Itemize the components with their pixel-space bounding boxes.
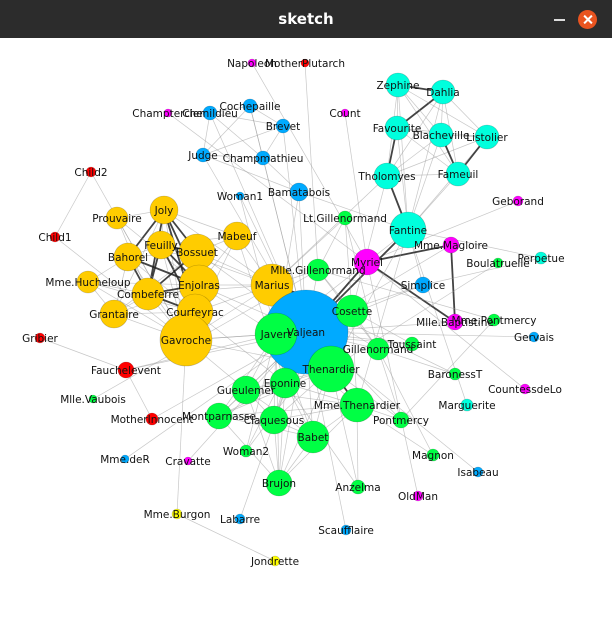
graph-edge — [366, 261, 456, 323]
node-label: Mme.Thenardier — [314, 400, 401, 412]
node-label: Marius — [255, 280, 290, 292]
node-label: CountessdeLo — [488, 384, 562, 396]
node-label: Bossuet — [176, 247, 218, 259]
node-label: Pontmercy — [373, 415, 429, 427]
node-label: Brevet — [266, 121, 301, 133]
node-label: Cosette — [332, 306, 372, 318]
node-label: Child1 — [38, 232, 71, 244]
graph-edge — [125, 369, 153, 420]
node-label: Feuilly — [144, 240, 178, 252]
node-label: Dahlia — [426, 87, 459, 99]
node-label: Gribier — [22, 333, 58, 345]
node-label: OldMan — [398, 491, 438, 503]
node-label: Brujon — [262, 478, 296, 490]
node-label: Simplice — [401, 280, 446, 292]
node-label: Bamatabois — [268, 187, 330, 199]
node-label: Enjolras — [178, 280, 220, 292]
node-label: Grantaire — [89, 309, 139, 321]
node-label: Tholomyes — [357, 171, 415, 183]
node-label: Joly — [154, 205, 174, 217]
close-icon[interactable] — [578, 10, 597, 29]
window-title: sketch — [278, 10, 334, 28]
node-label: Gueulemer — [217, 385, 276, 397]
node-label: Mlle.Gillenormand — [270, 265, 365, 277]
node-label: Woman2 — [223, 446, 269, 458]
graph-canvas[interactable]: Napoleon MotherPlutarch Champtercier Count C… — [0, 38, 612, 632]
node-label: Lt.Gillenormand — [303, 213, 387, 225]
node-label: Fameuil — [438, 169, 479, 181]
node-label: Count — [329, 108, 360, 120]
node-label: Gervais — [514, 332, 554, 344]
node-label: Bahorel — [108, 252, 148, 264]
node-label: Woman1 — [217, 191, 263, 203]
node-label: BaronessT — [428, 369, 483, 381]
node-label: Javert — [260, 329, 292, 341]
node-label: Geborand — [492, 196, 544, 208]
node-label: Mabeuf — [218, 231, 257, 243]
graph-edge — [54, 171, 92, 238]
node-label: Mme.Hucheloup — [45, 277, 131, 289]
node-label: Cravatte — [165, 456, 210, 468]
node-label: Valjean — [287, 327, 325, 339]
node-label: Mme.Burgon — [144, 509, 211, 521]
node-label: Child2 — [74, 167, 107, 179]
node-label: Mme.Pontmercy — [452, 315, 537, 327]
node-label: MotherInnocent — [111, 414, 194, 426]
node-label: Magnon — [412, 450, 454, 462]
node-label: Listolier — [466, 132, 508, 144]
node-label: Courfeyrac — [166, 307, 224, 319]
node-label: Anzelma — [335, 482, 380, 494]
node-label: Champmathieu — [223, 153, 304, 165]
node-label: Scaufflaire — [318, 525, 374, 537]
node-label: Marguerite — [438, 400, 495, 412]
node-label: Mlle.Vaubois — [60, 394, 126, 406]
node-label: Chenildieu — [182, 108, 238, 120]
node-label: MotherPlutarch — [265, 58, 345, 70]
window-titlebar[interactable]: sketch — [0, 0, 612, 38]
node-label: Gillenormand — [343, 344, 414, 356]
graph-edge — [344, 112, 368, 263]
node-label: Jondrette — [250, 556, 299, 568]
node-label: Judge — [187, 150, 218, 162]
node-label: Prouvaire — [92, 213, 141, 225]
node-label: Blacheville — [413, 130, 470, 142]
node-label: Combeferre — [117, 289, 179, 301]
node-label: Claquesous — [244, 415, 304, 427]
node-label: Zephine — [376, 80, 419, 92]
node-label: Perpetue — [517, 253, 564, 265]
node-label: Mme.deR — [100, 454, 150, 466]
node-label: Isabeau — [457, 467, 498, 479]
node-label: Gavroche — [161, 335, 211, 347]
node-label: Mme.Magloire — [414, 240, 488, 252]
node-label: Fantine — [389, 225, 427, 237]
node-label: Fauchelevent — [91, 365, 161, 377]
minimize-icon[interactable] — [550, 10, 569, 29]
graph-edge — [450, 244, 456, 323]
node-label: Babet — [298, 432, 329, 444]
network-graph[interactable]: NapoleonMotherPlutarchChamptercier CountC… — [0, 38, 612, 632]
graph-edge — [304, 62, 319, 271]
node-label: Thenardier — [301, 364, 360, 376]
node-label: Labarre — [220, 514, 260, 526]
graph-edge — [249, 105, 264, 159]
